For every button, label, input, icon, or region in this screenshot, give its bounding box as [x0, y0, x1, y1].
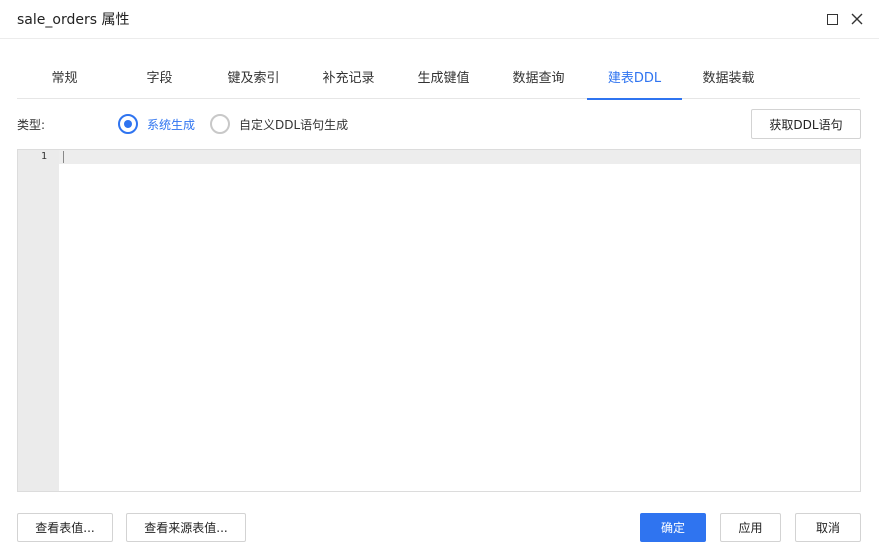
tab-data-load[interactable]: 数据装载: [696, 59, 761, 99]
radio-custom-ddl-label: 自定义DDL语句生成: [239, 117, 349, 132]
radio-system-generated[interactable]: 系统生成: [118, 114, 195, 134]
tab-create-ddl[interactable]: 建表DDL: [587, 59, 682, 100]
line-number: 1: [40, 151, 47, 162]
window-title: sale_orders 属性: [17, 12, 130, 28]
tab-keys-indexes[interactable]: 键及索引: [221, 59, 286, 99]
radio-system-generated-label: 系统生成: [147, 117, 196, 132]
ddl-editor[interactable]: 1: [17, 149, 861, 492]
radio-checked-icon: [118, 114, 138, 134]
title-bar: sale_orders 属性: [0, 0, 879, 39]
editor-active-line[interactable]: [59, 150, 860, 164]
maximize-icon: [826, 13, 838, 25]
tab-data-query[interactable]: 数据查询: [506, 59, 571, 99]
tab-generate-keys[interactable]: 生成键值: [411, 59, 476, 99]
apply-button[interactable]: 应用: [720, 513, 781, 542]
tab-general[interactable]: 常规: [32, 59, 97, 99]
radio-unchecked-icon: [210, 114, 230, 134]
tab-bar: 常规 字段 键及索引 补充记录 生成键值 数据查询 建表DDL 数据装载: [17, 59, 860, 100]
tab-supplement-records[interactable]: 补充记录: [316, 59, 381, 99]
radio-custom-ddl[interactable]: 自定义DDL语句生成: [210, 114, 348, 134]
editor-gutter: 1: [18, 150, 59, 491]
maximize-button[interactable]: [825, 12, 839, 26]
view-table-values-button[interactable]: 查看表值...: [17, 513, 113, 542]
view-source-values-button[interactable]: 查看来源表值...: [126, 513, 246, 542]
close-button[interactable]: [850, 12, 864, 26]
close-icon: [851, 13, 863, 25]
text-cursor: [63, 151, 64, 163]
fetch-ddl-button[interactable]: 获取DDL语句: [751, 109, 861, 139]
tab-fields[interactable]: 字段: [127, 59, 192, 99]
cancel-button[interactable]: 取消: [795, 513, 861, 542]
ok-button[interactable]: 确定: [640, 513, 706, 542]
type-label: 类型:: [17, 118, 46, 132]
